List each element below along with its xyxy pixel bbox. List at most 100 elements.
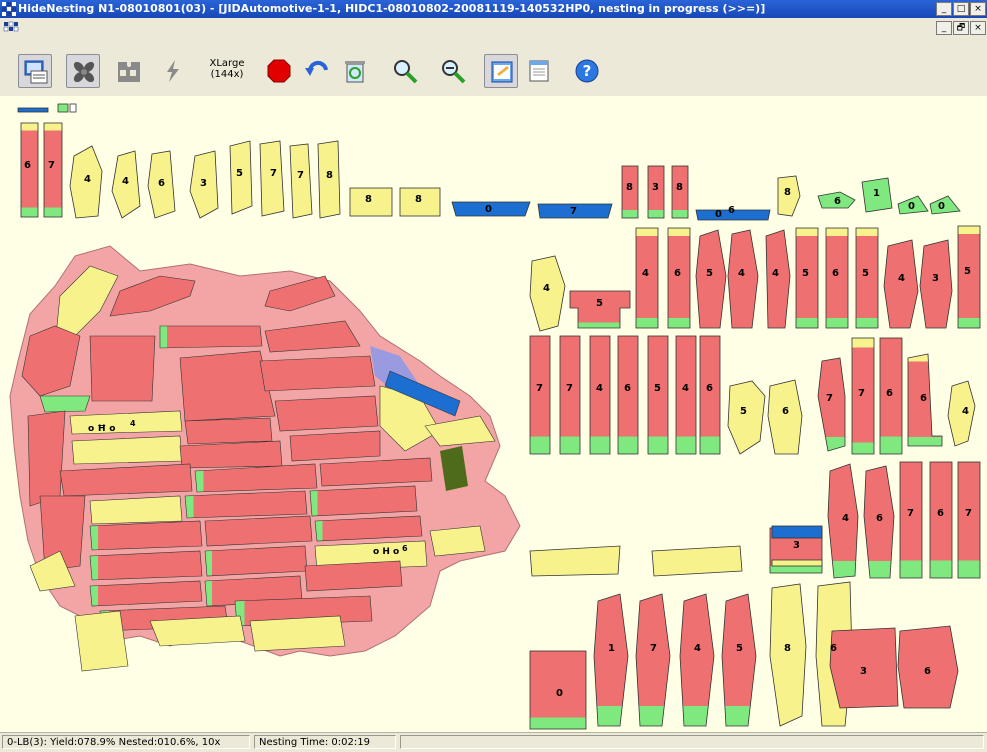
hide-label-6: o H o [373, 547, 399, 557]
sheet-icon [529, 60, 549, 82]
zoom-in-icon [394, 60, 418, 84]
hide-piece-label: 6 [402, 544, 408, 553]
maximize-button[interactable]: □ [953, 2, 969, 16]
piece-label: 6 [782, 406, 789, 417]
menu-bar: _ 🗗 × [0, 18, 987, 38]
leather-hide[interactable]: o Ħ o o H o [9, 245, 521, 672]
zoom-out-icon [442, 60, 466, 84]
piece-label: 7 [858, 388, 865, 399]
piece-label: 4 [122, 176, 129, 187]
stop-icon [267, 59, 291, 83]
piece-label: 5 [802, 268, 809, 279]
piece-label: 7 [650, 643, 657, 654]
row3-pieces[interactable] [529, 335, 976, 455]
piece-label: 4 [772, 268, 779, 279]
sheet-button[interactable] [522, 54, 556, 88]
svg-text:?: ? [583, 62, 592, 80]
lightning-button[interactable] [156, 54, 190, 88]
piece-label: 4 [543, 283, 550, 294]
piece-label: 7 [965, 508, 972, 519]
zoom-label-line2: (144x) [210, 69, 244, 80]
piece-label: 6 [920, 393, 927, 404]
piece-label: 5 [596, 298, 603, 309]
recycle-button[interactable] [338, 54, 372, 88]
fan-button[interactable] [66, 54, 100, 88]
piece-label: 4 [738, 268, 745, 279]
undo-button[interactable] [300, 54, 334, 88]
piece-label: 0 [556, 688, 563, 699]
piece-label: 6 [886, 388, 893, 399]
zoom-label-line1: XLarge [209, 58, 245, 69]
piece-label: 8 [784, 187, 791, 198]
top-row-pieces[interactable] [17, 103, 961, 221]
piece-label: 5 [964, 266, 971, 277]
piece-label: 5 [736, 643, 743, 654]
piece-label: 4 [898, 273, 905, 284]
zoom-in-button[interactable] [388, 54, 422, 88]
puzzle-button[interactable] [112, 54, 146, 88]
piece-label: 6 [937, 508, 944, 519]
piece-label: 6 [624, 383, 631, 394]
open-nest-button[interactable] [18, 54, 52, 88]
piece-label: 0 [908, 201, 915, 212]
stop-button[interactable] [262, 54, 296, 88]
zoom-out-button[interactable] [436, 54, 470, 88]
piece-label: 0 [715, 209, 722, 220]
doc-close-button[interactable]: × [970, 21, 986, 35]
piece-label: 6 [158, 178, 165, 189]
piece-label: 7 [570, 206, 577, 217]
report-icon [491, 61, 513, 83]
row2-pieces[interactable] [529, 225, 981, 332]
piece-label: 7 [297, 170, 304, 181]
piece-label: 7 [566, 383, 573, 394]
piece-label: 5 [740, 406, 747, 417]
toolbar: XLarge (144x) ? [0, 38, 987, 97]
nesting-drawing: o Ħ o o H o 6 7 4 4 6 3 5 7 7 8 8 8 0 7 … [9, 103, 981, 730]
piece-label: 0 [485, 204, 492, 215]
help-icon: ? [575, 59, 599, 83]
piece-label: 6 [728, 205, 735, 216]
row5-pieces[interactable] [529, 581, 959, 730]
piece-label: 3 [860, 666, 867, 677]
piece-label: 5 [236, 168, 243, 179]
piece-label: 5 [706, 268, 713, 279]
piece-label: 6 [924, 666, 931, 677]
fan-icon [73, 61, 95, 83]
piece-label: 8 [676, 182, 683, 193]
piece-label: 3 [793, 540, 800, 551]
monitor-icon [24, 60, 48, 84]
piece-label: 0 [938, 201, 945, 212]
piece-label: 8 [365, 194, 372, 205]
window-title: HideNesting N1-08010801(03) - [JIDAutomo… [18, 2, 766, 15]
piece-label: 1 [608, 643, 615, 654]
recycle-icon [345, 61, 365, 83]
piece-label: 6 [830, 643, 837, 654]
piece-label: 8 [415, 194, 422, 205]
row4-pieces[interactable] [529, 461, 981, 579]
piece-label: 8 [784, 643, 791, 654]
piece-label: 3 [932, 273, 939, 284]
nesting-canvas[interactable]: o Ħ o o H o 6 7 4 4 6 3 5 7 7 8 8 8 0 7 … [0, 96, 987, 732]
hide-piece-label: 4 [130, 419, 136, 428]
piece-label: 4 [694, 643, 701, 654]
piece-label: 6 [832, 268, 839, 279]
piece-label: 4 [842, 513, 849, 524]
minimize-button[interactable]: _ [936, 2, 952, 16]
report-button[interactable] [484, 54, 518, 88]
document-icon[interactable] [3, 21, 19, 35]
title-bar: HideNesting N1-08010801(03) - [JIDAutomo… [0, 0, 987, 18]
doc-minimize-button[interactable]: _ [936, 21, 952, 35]
piece-label: 5 [862, 268, 869, 279]
help-button[interactable]: ? [570, 54, 604, 88]
nesting-time-status: Nesting Time: 0:02:19 [254, 735, 396, 749]
piece-label: 4 [84, 174, 91, 185]
piece-label: 7 [826, 393, 833, 404]
yield-status: 0-LB(3): Yield:078.9% Nested:010.6%, 10x [2, 735, 250, 749]
close-button[interactable]: × [970, 2, 986, 16]
piece-label: 4 [642, 268, 649, 279]
doc-restore-button[interactable]: 🗗 [953, 21, 969, 35]
status-bar: 0-LB(3): Yield:078.9% Nested:010.6%, 10x… [0, 732, 987, 752]
piece-label: 4 [682, 383, 689, 394]
piece-label: 5 [654, 383, 661, 394]
piece-label: 4 [962, 406, 969, 417]
